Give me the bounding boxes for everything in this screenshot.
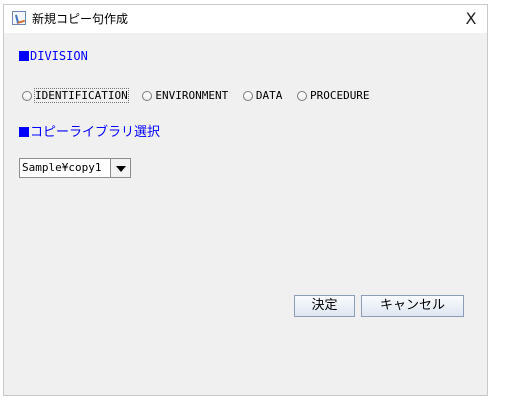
confirm-button[interactable]: 決定 (294, 295, 355, 317)
radio-procedure[interactable]: PROCEDURE (296, 89, 370, 102)
radio-button-icon[interactable] (142, 91, 153, 101)
cancel-button[interactable]: キャンセル (361, 295, 464, 317)
radio-button-icon[interactable] (22, 91, 32, 101)
window-title: 新規コピー句作成 (32, 12, 129, 26)
division-label-text: DIVISION (30, 49, 88, 63)
radio-label-identification: IDENTIFICATION (34, 88, 129, 103)
copy-library-section-label: コピーライブラリ選択 (19, 121, 160, 140)
radio-label-data: DATA (255, 89, 283, 102)
radio-button-icon[interactable] (242, 91, 253, 101)
radio-environment[interactable]: ENVIRONMENT (142, 89, 228, 102)
dialog-content: DIVISION IDENTIFICATION ENVIRONMENT DATA… (4, 33, 487, 395)
division-radio-group: IDENTIFICATION ENVIRONMENT DATA PROCEDUR… (22, 88, 378, 107)
close-button[interactable]: X (457, 5, 485, 33)
radio-button-icon[interactable] (296, 91, 307, 101)
square-icon (19, 127, 29, 137)
java-coffee-icon (12, 11, 26, 25)
division-section-label: DIVISION (19, 49, 88, 63)
radio-identification[interactable]: IDENTIFICATION (22, 88, 129, 103)
copy-library-label-text: コピーライブラリ選択 (30, 125, 161, 140)
radio-label-environment: ENVIRONMENT (155, 89, 229, 102)
dialog-window: 新規コピー句作成 X DIVISION IDENTIFICATION ENVIR… (3, 4, 488, 396)
copy-library-select[interactable]: Sample¥copy1 (19, 158, 131, 178)
radio-label-procedure: PROCEDURE (309, 89, 370, 102)
title-bar: 新規コピー句作成 X (4, 5, 487, 33)
square-icon (19, 51, 29, 61)
radio-data[interactable]: DATA (242, 89, 283, 102)
chevron-down-icon[interactable] (110, 159, 130, 177)
copy-library-selected-value: Sample¥copy1 (22, 161, 102, 174)
close-icon: X (465, 9, 477, 28)
